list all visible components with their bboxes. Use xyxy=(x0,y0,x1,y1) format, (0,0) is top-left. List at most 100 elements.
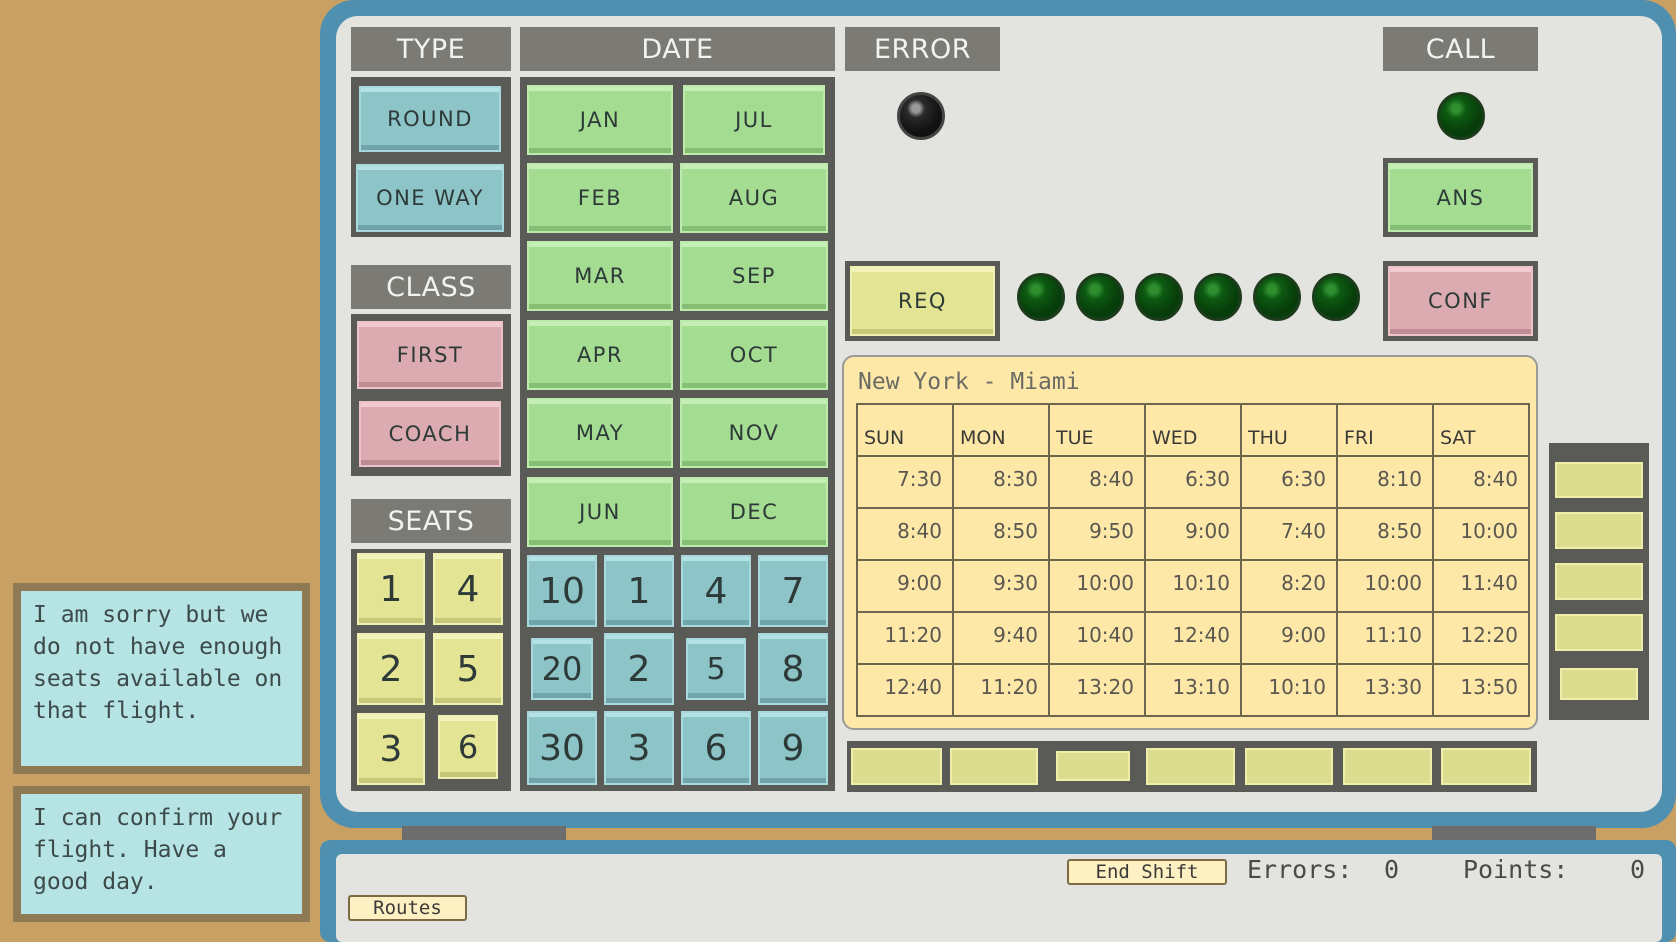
departure-time: 10:40 xyxy=(1048,611,1146,665)
departure-time: 8:50 xyxy=(952,507,1050,561)
day-4-button[interactable]: 4 xyxy=(681,555,751,627)
end-shift-button[interactable]: End Shift xyxy=(1067,859,1227,885)
month-jul-button[interactable]: JUL xyxy=(683,85,825,155)
day-header: WED xyxy=(1144,403,1242,457)
month-sep-button[interactable]: SEP xyxy=(680,241,828,311)
schedule-table: SUN MON TUE WED THU FRI SAT 7:30 8:30 8:… xyxy=(856,403,1530,717)
day-8-button[interactable]: 8 xyxy=(758,633,828,705)
status-light-3 xyxy=(1135,273,1183,321)
departure-time: 10:00 xyxy=(1432,507,1530,561)
day-header: FRI xyxy=(1336,403,1434,457)
bottom-slot-1[interactable] xyxy=(851,748,942,785)
month-mar-button[interactable]: MAR xyxy=(527,241,673,311)
month-nov-button[interactable]: NOV xyxy=(680,398,828,468)
day-20-button[interactable]: 20 xyxy=(531,638,593,700)
bottom-slot-2[interactable] xyxy=(950,748,1038,785)
one-way-button[interactable]: ONE WAY xyxy=(356,164,504,232)
day-5-button[interactable]: 5 xyxy=(686,638,746,700)
first-class-button[interactable]: FIRST xyxy=(357,321,503,389)
day-10-button[interactable]: 10 xyxy=(527,555,597,627)
departure-time: 11:20 xyxy=(856,611,954,665)
departure-time: 6:30 xyxy=(1240,455,1338,509)
call-header: CALL xyxy=(1383,27,1538,71)
month-dec-button[interactable]: DEC xyxy=(680,477,828,547)
status-light-6 xyxy=(1312,273,1360,321)
day-6-button[interactable]: 6 xyxy=(681,711,751,785)
departure-time: 9:00 xyxy=(1240,611,1338,665)
coach-class-button[interactable]: COACH xyxy=(359,401,501,467)
seats-5-button[interactable]: 5 xyxy=(433,633,503,705)
bottom-slot-7[interactable] xyxy=(1441,748,1531,785)
table-row: 7:30 8:30 8:40 6:30 6:30 8:10 8:40 xyxy=(856,455,1530,509)
seats-1-button[interactable]: 1 xyxy=(357,553,425,625)
seats-3-button[interactable]: 3 xyxy=(357,713,425,785)
departure-time: 12:40 xyxy=(1144,611,1242,665)
bottom-slot-5[interactable] xyxy=(1245,748,1333,785)
month-feb-button[interactable]: FEB xyxy=(527,163,673,233)
bottom-slot-6[interactable] xyxy=(1343,748,1432,785)
departure-time: 11:10 xyxy=(1336,611,1434,665)
day-2-button[interactable]: 2 xyxy=(604,633,674,705)
day-30-button[interactable]: 30 xyxy=(527,711,597,785)
response-card-confirm[interactable]: I can confirm your flight. Have a good d… xyxy=(13,786,310,922)
month-jan-button[interactable]: JAN xyxy=(527,85,673,155)
day-9-button[interactable]: 9 xyxy=(758,711,828,785)
month-oct-button[interactable]: OCT xyxy=(680,320,828,390)
seats-4-button[interactable]: 4 xyxy=(433,553,503,625)
day-header: SUN xyxy=(856,403,954,457)
departure-time: 9:00 xyxy=(1144,507,1242,561)
month-may-button[interactable]: MAY xyxy=(527,398,673,468)
response-text: I am sorry but we do not have enough sea… xyxy=(21,591,302,766)
request-button[interactable]: REQ xyxy=(850,266,995,336)
departure-time: 8:20 xyxy=(1240,559,1338,613)
confirm-button[interactable]: CONF xyxy=(1388,266,1533,336)
day-header: THU xyxy=(1240,403,1338,457)
call-indicator-light xyxy=(1437,92,1485,140)
departure-time: 8:40 xyxy=(1048,455,1146,509)
bottom-slot-4[interactable] xyxy=(1146,748,1235,785)
response-text: I can confirm your flight. Have a good d… xyxy=(21,794,302,914)
departure-time: 10:00 xyxy=(1336,559,1434,613)
right-slot-4[interactable] xyxy=(1555,614,1643,651)
type-header: TYPE xyxy=(351,27,511,71)
class-header: CLASS xyxy=(351,265,511,309)
day-1-button[interactable]: 1 xyxy=(604,555,674,627)
month-apr-button[interactable]: APR xyxy=(527,320,673,390)
departure-time: 7:40 xyxy=(1240,507,1338,561)
right-slot-1[interactable] xyxy=(1555,462,1643,498)
right-slot-2[interactable] xyxy=(1555,512,1643,549)
departure-time: 8:40 xyxy=(1432,455,1530,509)
right-slot-3[interactable] xyxy=(1555,563,1643,600)
month-aug-button[interactable]: AUG xyxy=(680,163,828,233)
departure-time: 9:30 xyxy=(952,559,1050,613)
round-trip-button[interactable]: ROUND xyxy=(359,86,501,152)
right-slot-5[interactable] xyxy=(1560,668,1638,700)
day-header: TUE xyxy=(1048,403,1146,457)
table-row: 8:40 8:50 9:50 9:00 7:40 8:50 10:00 xyxy=(856,507,1530,561)
departure-time: 10:10 xyxy=(1240,663,1338,717)
day-header: MON xyxy=(952,403,1050,457)
answer-call-button[interactable]: ANS xyxy=(1388,163,1533,232)
routes-button[interactable]: Routes xyxy=(348,895,467,921)
seats-2-button[interactable]: 2 xyxy=(357,633,425,705)
departure-time: 13:30 xyxy=(1336,663,1434,717)
departure-time: 9:00 xyxy=(856,559,954,613)
table-row: 12:40 11:20 13:20 13:10 10:10 13:30 13:5… xyxy=(856,663,1530,717)
day-3-button[interactable]: 3 xyxy=(604,711,674,785)
departure-time: 12:40 xyxy=(856,663,954,717)
response-card-no-seats[interactable]: I am sorry but we do not have enough sea… xyxy=(13,583,310,774)
departure-time: 8:10 xyxy=(1336,455,1434,509)
departure-time: 8:40 xyxy=(856,507,954,561)
departure-time: 12:20 xyxy=(1432,611,1530,665)
day-7-button[interactable]: 7 xyxy=(758,555,828,627)
day-header: SAT xyxy=(1432,403,1530,457)
bottom-slot-3[interactable] xyxy=(1056,751,1130,781)
status-light-4 xyxy=(1194,273,1242,321)
error-header: ERROR xyxy=(845,27,1000,71)
departure-time: 10:10 xyxy=(1144,559,1242,613)
errors-value: 0 xyxy=(1384,855,1400,884)
departure-time: 13:10 xyxy=(1144,663,1242,717)
month-jun-button[interactable]: JUN xyxy=(527,477,673,547)
departure-time: 13:20 xyxy=(1048,663,1146,717)
seats-6-button[interactable]: 6 xyxy=(438,715,498,779)
